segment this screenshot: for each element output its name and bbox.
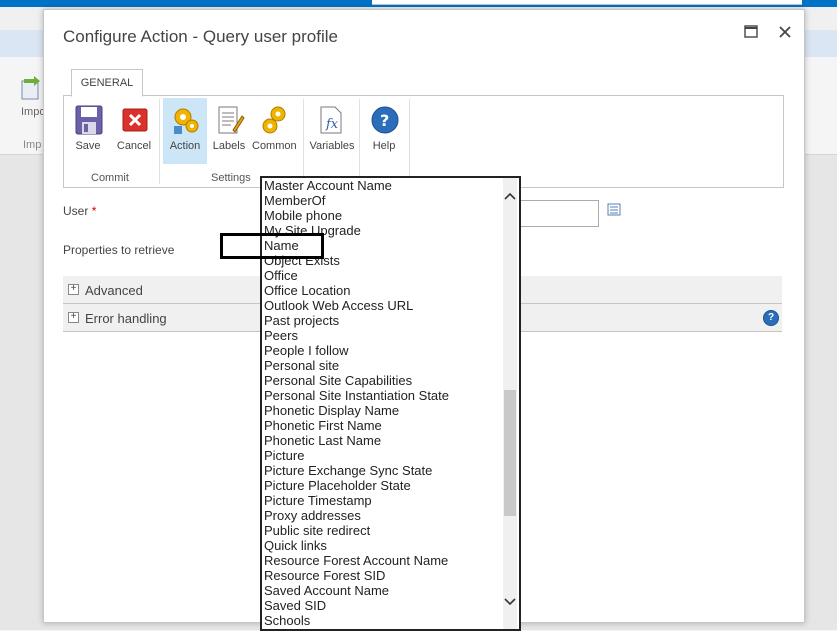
maximize-icon[interactable] bbox=[741, 22, 761, 42]
dropdown-item[interactable]: Personal Site Instantiation State bbox=[264, 388, 502, 403]
labels-button[interactable]: Labels bbox=[207, 98, 251, 164]
dropdown-item[interactable]: Picture Exchange Sync State bbox=[264, 463, 502, 478]
highlight-box bbox=[220, 233, 324, 259]
dropdown-item[interactable]: Master Account Name bbox=[264, 178, 502, 193]
dropdown-item[interactable]: Saved SID bbox=[264, 598, 502, 613]
dropdown-scrollbar[interactable] bbox=[503, 178, 517, 629]
scrollbar-thumb[interactable] bbox=[504, 390, 516, 516]
group-separator bbox=[359, 99, 360, 184]
svg-text:?: ? bbox=[380, 111, 389, 130]
user-label: User * bbox=[63, 204, 97, 218]
help-icon: ? bbox=[371, 106, 399, 134]
cancel-icon bbox=[122, 108, 148, 132]
dropdown-item[interactable]: Outlook Web Access URL bbox=[264, 298, 502, 313]
dropdown-item[interactable]: Resource Forest Account Name bbox=[264, 553, 502, 568]
save-icon bbox=[75, 105, 103, 135]
cancel-button[interactable]: Cancel bbox=[112, 98, 156, 164]
close-icon[interactable] bbox=[775, 22, 795, 42]
save-button[interactable]: Save bbox=[66, 98, 110, 164]
dropdown-item[interactable]: Schools bbox=[264, 613, 502, 628]
expand-icon[interactable]: + bbox=[68, 312, 79, 323]
action-label: Action bbox=[169, 140, 201, 152]
help-icon[interactable]: ? bbox=[763, 310, 779, 326]
expand-icon[interactable]: + bbox=[68, 284, 79, 295]
dropdown-item[interactable]: Peers bbox=[264, 328, 502, 343]
error-handling-label: Error handling bbox=[85, 311, 167, 326]
user-input[interactable] bbox=[517, 200, 599, 227]
properties-label: Properties to retrieve bbox=[63, 243, 175, 257]
import-icon bbox=[21, 76, 40, 100]
labels-label: Labels bbox=[212, 140, 246, 152]
dropdown-item[interactable]: Quick links bbox=[264, 538, 502, 553]
group-label-settings: Settings bbox=[211, 172, 251, 184]
address-book-icon[interactable] bbox=[607, 203, 621, 216]
svg-text:fx: fx bbox=[325, 117, 339, 132]
dropdown-item[interactable]: Picture Timestamp bbox=[264, 493, 502, 508]
advanced-label: Advanced bbox=[85, 283, 143, 298]
dropdown-item[interactable]: Resource Forest SID bbox=[264, 568, 502, 583]
dropdown-item[interactable]: Picture Placeholder State bbox=[264, 478, 502, 493]
dropdown-item[interactable]: Saved Account Name bbox=[264, 583, 502, 598]
dropdown-item[interactable]: Office Location bbox=[264, 283, 502, 298]
group-separator bbox=[409, 99, 410, 184]
dropdown-item[interactable]: Personal Site Capabilities bbox=[264, 373, 502, 388]
variables-label: Variables bbox=[309, 140, 355, 152]
dropdown-item[interactable]: Mobile phone bbox=[264, 208, 502, 223]
dropdown-item[interactable]: Phonetic First Name bbox=[264, 418, 502, 433]
required-marker: * bbox=[91, 204, 97, 218]
dropdown-item[interactable]: Phonetic Last Name bbox=[264, 433, 502, 448]
scroll-down-icon[interactable] bbox=[503, 596, 517, 612]
help-button[interactable]: ? Help bbox=[362, 98, 406, 164]
common-button[interactable]: Common bbox=[252, 98, 297, 164]
save-label: Save bbox=[75, 140, 101, 152]
dropdown-item[interactable]: MemberOf bbox=[264, 193, 502, 208]
dropdown-item[interactable]: Personal site bbox=[264, 358, 502, 373]
common-icon bbox=[262, 106, 286, 134]
ribbon: Save Cancel Commit Action Labels Common … bbox=[63, 95, 784, 188]
dropdown-item[interactable]: Public site redirect bbox=[264, 523, 502, 538]
group-separator bbox=[303, 99, 304, 184]
action-button[interactable]: Action bbox=[163, 98, 207, 164]
tab-general[interactable]: GENERAL bbox=[71, 69, 143, 97]
scroll-up-icon[interactable] bbox=[503, 190, 517, 206]
common-label: Common bbox=[252, 140, 297, 152]
dropdown-item[interactable]: People I follow bbox=[264, 343, 502, 358]
dropdown-item[interactable]: Office bbox=[264, 268, 502, 283]
labels-icon bbox=[218, 106, 245, 134]
variables-icon: fx bbox=[320, 106, 342, 134]
background-search-box bbox=[372, 0, 802, 5]
dialog-title: Configure Action - Query user profile bbox=[63, 27, 338, 46]
group-label-commit: Commit bbox=[91, 172, 129, 184]
import-group-label: Imp bbox=[23, 139, 42, 151]
action-icon bbox=[174, 108, 199, 134]
variables-button[interactable]: fx Variables bbox=[309, 98, 355, 164]
help-label: Help bbox=[372, 140, 396, 152]
group-separator bbox=[159, 99, 160, 184]
dropdown-item[interactable]: Proxy addresses bbox=[264, 508, 502, 523]
cancel-label: Cancel bbox=[116, 140, 152, 152]
dropdown-item[interactable]: Picture bbox=[264, 448, 502, 463]
dropdown-item[interactable]: Past projects bbox=[264, 313, 502, 328]
import-label: Impo bbox=[21, 106, 46, 118]
dropdown-item[interactable]: Phonetic Display Name bbox=[264, 403, 502, 418]
